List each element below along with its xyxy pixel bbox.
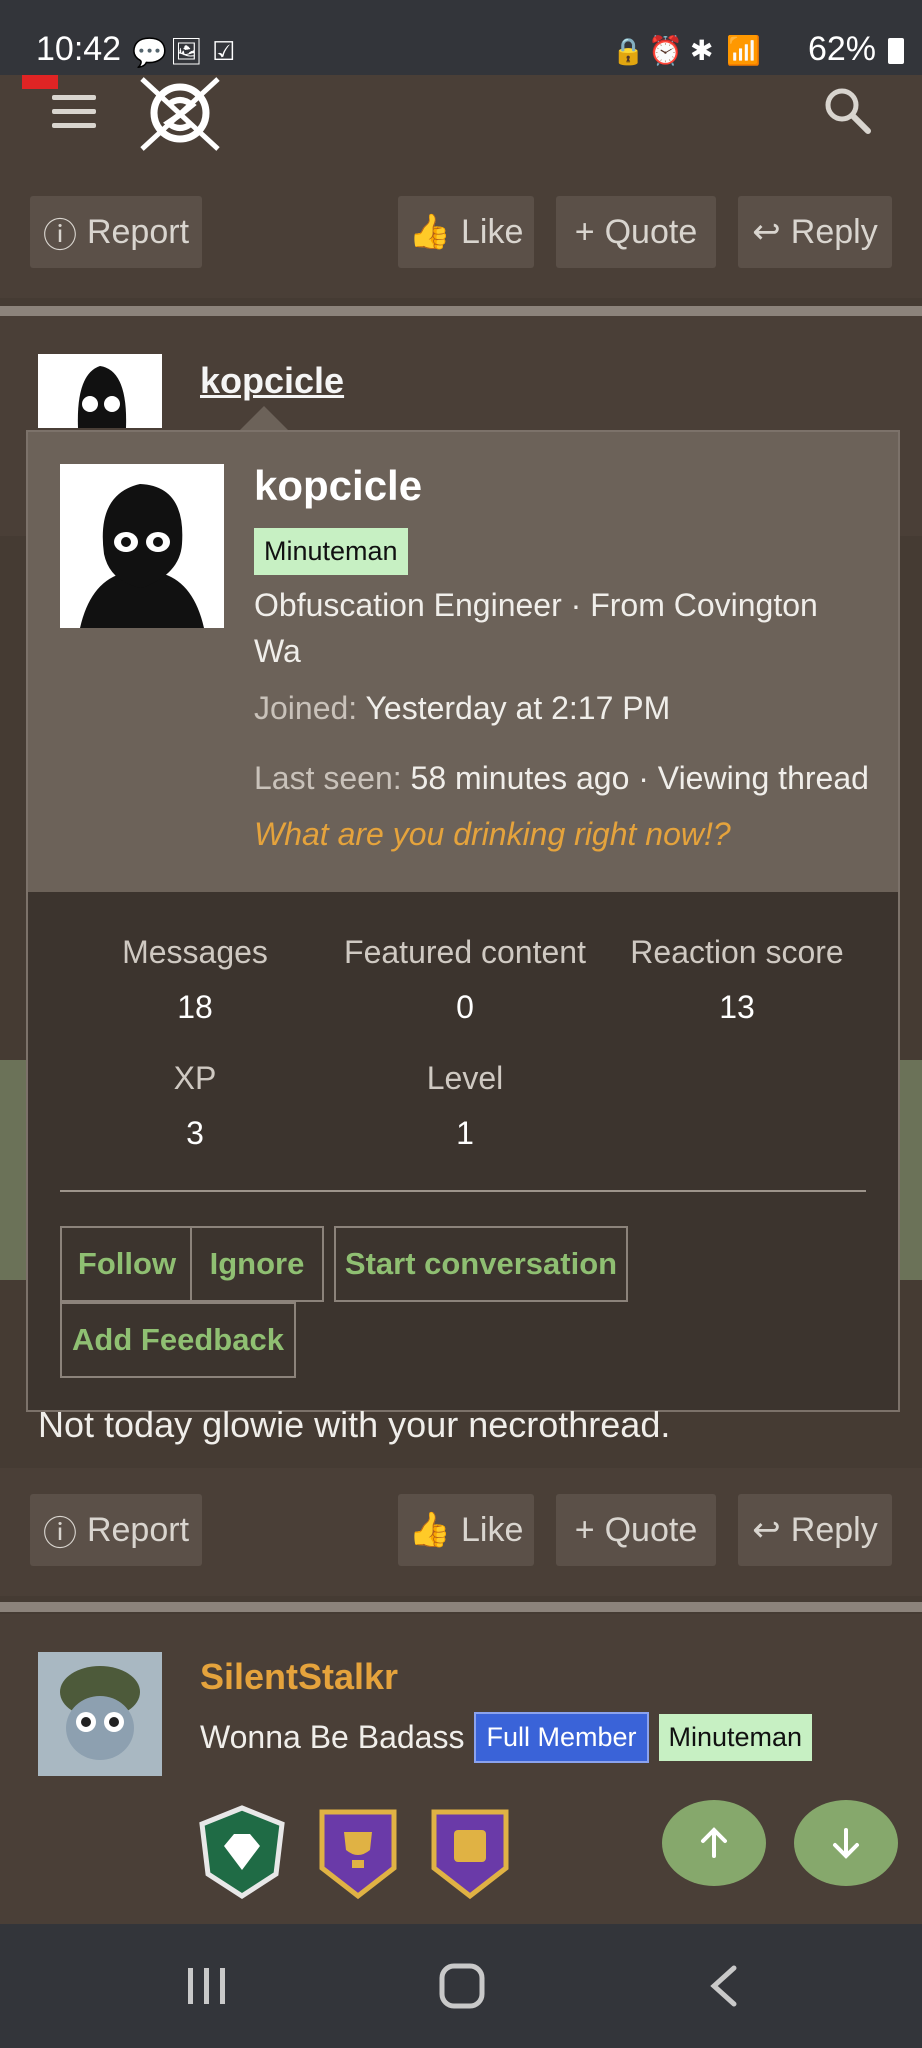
minuteman-badge: Minuteman xyxy=(658,1714,813,1761)
popup-arrow xyxy=(240,406,288,430)
plus-icon: + xyxy=(574,212,595,251)
thumbs-up-icon: 👍 xyxy=(408,1511,451,1549)
quote-button[interactable]: + Quote xyxy=(556,196,716,268)
site-logo[interactable] xyxy=(138,75,222,153)
reply-icon: ↩ xyxy=(752,1511,781,1549)
ignore-button[interactable]: Ignore xyxy=(190,1226,324,1302)
lock-icon: 🔒 xyxy=(612,36,645,66)
search-icon[interactable] xyxy=(822,85,872,135)
message-icon: 💬 xyxy=(132,37,167,68)
bluetooth-icon: ✱ xyxy=(690,35,714,66)
viewing-thread-link[interactable]: What are you drinking right now!? xyxy=(254,816,731,852)
alert-icon: ⓘ xyxy=(42,216,77,255)
user-badge: Minuteman xyxy=(254,528,408,575)
popup-username[interactable]: kopcicle xyxy=(254,462,422,510)
add-feedback-button[interactable]: Add Feedback xyxy=(60,1302,296,1378)
status-bar: 10:42 💬 🖼 ☑ 🔒 ⏰ ✱ 📶 62% xyxy=(0,0,922,75)
recent-apps-icon[interactable] xyxy=(184,1964,230,2008)
scroll-up-button[interactable] xyxy=(662,1800,766,1886)
user-title: Obfuscation Engineer · From Covington Wa xyxy=(254,587,818,669)
post-divider xyxy=(0,306,922,316)
post-username[interactable]: SilentStalkr xyxy=(200,1656,398,1698)
follow-button[interactable]: Follow xyxy=(60,1226,194,1302)
user-title-row: Wonna Be Badass Full Member Minuteman xyxy=(200,1712,813,1763)
post-actions-bar: ⓘ Report 👍 Like + Quote ↩ Reply xyxy=(0,170,922,298)
battery-icon xyxy=(888,38,904,64)
avatar[interactable] xyxy=(38,354,162,428)
menu-icon[interactable] xyxy=(52,95,96,129)
home-icon[interactable] xyxy=(438,1962,486,2010)
post-divider xyxy=(0,1602,922,1612)
cup-trophy-icon[interactable] xyxy=(312,1804,404,1900)
alert-icon: ⓘ xyxy=(42,1514,77,1553)
like-button[interactable]: 👍 Like xyxy=(398,1494,534,1566)
start-conversation-button[interactable]: Start conversation xyxy=(334,1226,628,1302)
image-icon: 🖼 xyxy=(170,36,204,66)
reply-icon: ↩ xyxy=(752,213,781,251)
stat-featured: Featured content 0 xyxy=(344,934,586,1025)
arrow-up-icon xyxy=(701,1827,727,1858)
plus-icon: + xyxy=(574,1510,595,1549)
back-icon[interactable] xyxy=(706,1964,740,2008)
profile-popup: kopcicle Minuteman Obfuscation Engineer … xyxy=(26,430,900,1412)
battery-level: 62% xyxy=(807,30,876,68)
quote-button[interactable]: + Quote xyxy=(556,1494,716,1566)
report-button[interactable]: ⓘ Report xyxy=(30,1494,202,1566)
reply-button[interactable]: ↩ Reply xyxy=(738,1494,892,1566)
reply-button[interactable]: ↩ Reply xyxy=(738,196,892,268)
avatar[interactable] xyxy=(38,1652,162,1776)
post-actions-bar: ⓘ Report 👍 Like + Quote ↩ Reply xyxy=(0,1468,922,1596)
scroll-down-button[interactable] xyxy=(794,1800,898,1886)
check-icon: ☑ xyxy=(212,36,236,66)
post-username[interactable]: kopcicle xyxy=(200,360,344,402)
system-nav-bar xyxy=(0,1924,922,2048)
full-member-badge: Full Member xyxy=(474,1712,649,1763)
alarm-icon: ⏰ xyxy=(648,35,683,66)
popup-avatar[interactable] xyxy=(60,464,224,628)
armor-trophy-icon[interactable] xyxy=(424,1804,516,1900)
notification-badge xyxy=(22,75,58,89)
stat-messages: Messages 18 xyxy=(122,934,268,1025)
arrow-down-icon xyxy=(833,1828,859,1859)
thumbs-up-icon: 👍 xyxy=(408,213,451,251)
stat-level: Level 1 xyxy=(426,1060,504,1151)
wifi-icon: 📶 xyxy=(726,35,761,66)
report-button[interactable]: ⓘ Report xyxy=(30,196,202,268)
like-button[interactable]: 👍 Like xyxy=(398,196,534,268)
stat-reaction-score: Reaction score 13 xyxy=(630,934,844,1025)
joined-info: Joined: Yesterday at 2:17 PM xyxy=(254,690,671,726)
status-time: 10:42 xyxy=(36,30,122,68)
last-seen-info: Last seen: 58 minutes ago · Viewing thre… xyxy=(254,760,869,852)
stat-xp: XP 3 xyxy=(173,1060,217,1151)
post-body: Not today glowie with your necrothread. xyxy=(38,1404,671,1445)
diamond-trophy-icon[interactable] xyxy=(196,1804,288,1900)
popup-divider xyxy=(60,1190,866,1192)
